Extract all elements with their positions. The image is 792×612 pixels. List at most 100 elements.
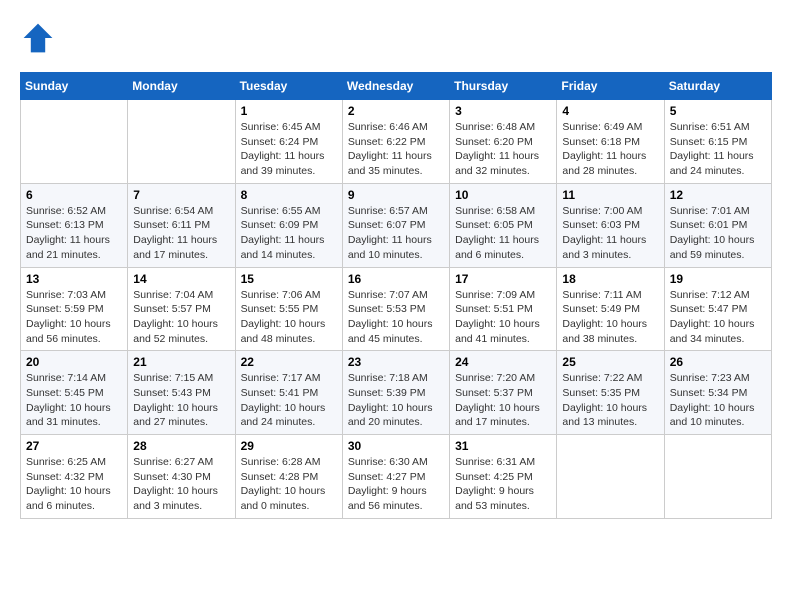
day-number: 12 xyxy=(670,188,766,202)
day-number: 19 xyxy=(670,272,766,286)
day-info: Sunrise: 7:12 AM Sunset: 5:47 PM Dayligh… xyxy=(670,288,766,347)
col-header-saturday: Saturday xyxy=(664,73,771,100)
calendar-week-row: 27 Sunrise: 6:25 AM Sunset: 4:32 PM Dayli… xyxy=(21,435,772,519)
day-info: Sunrise: 7:04 AM Sunset: 5:57 PM Dayligh… xyxy=(133,288,229,347)
day-info: Sunrise: 7:06 AM Sunset: 5:55 PM Dayligh… xyxy=(241,288,337,347)
day-number: 5 xyxy=(670,104,766,118)
calendar-table: SundayMondayTuesdayWednesdayThursdayFrid… xyxy=(20,72,772,519)
calendar-cell: 13 Sunrise: 7:03 AM Sunset: 5:59 PM Dayli… xyxy=(21,267,128,351)
day-number: 28 xyxy=(133,439,229,453)
calendar-cell: 29Sunrise: 6:28 AM Sunset: 4:28 PM Dayli… xyxy=(235,435,342,519)
day-number: 17 xyxy=(455,272,551,286)
calendar-cell: 14 Sunrise: 7:04 AM Sunset: 5:57 PM Dayli… xyxy=(128,267,235,351)
col-header-thursday: Thursday xyxy=(450,73,557,100)
calendar-week-row: 13 Sunrise: 7:03 AM Sunset: 5:59 PM Dayli… xyxy=(21,267,772,351)
day-number: 27 xyxy=(26,439,122,453)
calendar-cell: 7 Sunrise: 6:54 AM Sunset: 6:11 PM Daylig… xyxy=(128,183,235,267)
calendar-cell: 10 Sunrise: 6:58 AM Sunset: 6:05 PM Dayli… xyxy=(450,183,557,267)
calendar-cell: 28 Sunrise: 6:27 AM Sunset: 4:30 PM Dayli… xyxy=(128,435,235,519)
day-number: 20 xyxy=(26,355,122,369)
day-info: Sunrise: 7:22 AM Sunset: 5:35 PM Dayligh… xyxy=(562,371,658,430)
day-info: Sunrise: 6:57 AM Sunset: 6:07 PM Dayligh… xyxy=(348,204,444,263)
calendar-cell: 3 Sunrise: 6:48 AM Sunset: 6:20 PM Daylig… xyxy=(450,100,557,184)
day-info: Sunrise: 6:27 AM Sunset: 4:30 PM Dayligh… xyxy=(133,455,229,514)
day-number: 23 xyxy=(348,355,444,369)
calendar-week-row: 20 Sunrise: 7:14 AM Sunset: 5:45 PM Dayli… xyxy=(21,351,772,435)
calendar-cell: 20 Sunrise: 7:14 AM Sunset: 5:45 PM Dayli… xyxy=(21,351,128,435)
calendar-cell: 30 Sunrise: 6:30 AM Sunset: 4:27 PM Dayli… xyxy=(342,435,449,519)
day-info: Sunrise: 6:25 AM Sunset: 4:32 PM Dayligh… xyxy=(26,455,122,514)
col-header-tuesday: Tuesday xyxy=(235,73,342,100)
calendar-cell: 9 Sunrise: 6:57 AM Sunset: 6:07 PM Daylig… xyxy=(342,183,449,267)
calendar-cell: 6 Sunrise: 6:52 AM Sunset: 6:13 PM Daylig… xyxy=(21,183,128,267)
col-header-monday: Monday xyxy=(128,73,235,100)
day-number: 6 xyxy=(26,188,122,202)
day-number: 14 xyxy=(133,272,229,286)
day-info: Sunrise: 7:03 AM Sunset: 5:59 PM Dayligh… xyxy=(26,288,122,347)
day-number: 8 xyxy=(241,188,337,202)
day-info: Sunrise: 7:07 AM Sunset: 5:53 PM Dayligh… xyxy=(348,288,444,347)
calendar-cell: 2Sunrise: 6:46 AM Sunset: 6:22 PM Daylig… xyxy=(342,100,449,184)
col-header-friday: Friday xyxy=(557,73,664,100)
day-info: Sunrise: 7:23 AM Sunset: 5:34 PM Dayligh… xyxy=(670,371,766,430)
day-info: Sunrise: 6:30 AM Sunset: 4:27 PM Dayligh… xyxy=(348,455,444,514)
day-info: Sunrise: 6:45 AM Sunset: 6:24 PM Dayligh… xyxy=(241,120,337,179)
calendar-cell: 17 Sunrise: 7:09 AM Sunset: 5:51 PM Dayli… xyxy=(450,267,557,351)
day-info: Sunrise: 7:09 AM Sunset: 5:51 PM Dayligh… xyxy=(455,288,551,347)
calendar-cell: 5 Sunrise: 6:51 AM Sunset: 6:15 PM Daylig… xyxy=(664,100,771,184)
col-header-wednesday: Wednesday xyxy=(342,73,449,100)
calendar-cell: 15Sunrise: 7:06 AM Sunset: 5:55 PM Dayli… xyxy=(235,267,342,351)
calendar-cell: 18 Sunrise: 7:11 AM Sunset: 5:49 PM Dayli… xyxy=(557,267,664,351)
day-info: Sunrise: 7:15 AM Sunset: 5:43 PM Dayligh… xyxy=(133,371,229,430)
day-number: 30 xyxy=(348,439,444,453)
calendar-cell: 25 Sunrise: 7:22 AM Sunset: 5:35 PM Dayli… xyxy=(557,351,664,435)
calendar-cell: 1 Sunrise: 6:45 AM Sunset: 6:24 PM Daylig… xyxy=(235,100,342,184)
day-info: Sunrise: 7:00 AM Sunset: 6:03 PM Dayligh… xyxy=(562,204,658,263)
calendar-cell: 27 Sunrise: 6:25 AM Sunset: 4:32 PM Dayli… xyxy=(21,435,128,519)
calendar-cell: 12Sunrise: 7:01 AM Sunset: 6:01 PM Dayli… xyxy=(664,183,771,267)
calendar-cell xyxy=(557,435,664,519)
day-info: Sunrise: 7:17 AM Sunset: 5:41 PM Dayligh… xyxy=(241,371,337,430)
day-number: 3 xyxy=(455,104,551,118)
calendar-cell: 21 Sunrise: 7:15 AM Sunset: 5:43 PM Dayli… xyxy=(128,351,235,435)
day-info: Sunrise: 7:14 AM Sunset: 5:45 PM Dayligh… xyxy=(26,371,122,430)
calendar-cell: 4Sunrise: 6:49 AM Sunset: 6:18 PM Daylig… xyxy=(557,100,664,184)
page-header xyxy=(20,20,772,56)
calendar-header-row: SundayMondayTuesdayWednesdayThursdayFrid… xyxy=(21,73,772,100)
day-info: Sunrise: 6:52 AM Sunset: 6:13 PM Dayligh… xyxy=(26,204,122,263)
calendar-week-row: 6 Sunrise: 6:52 AM Sunset: 6:13 PM Daylig… xyxy=(21,183,772,267)
day-number: 18 xyxy=(562,272,658,286)
day-number: 9 xyxy=(348,188,444,202)
calendar-cell: 19 Sunrise: 7:12 AM Sunset: 5:47 PM Dayli… xyxy=(664,267,771,351)
day-number: 1 xyxy=(241,104,337,118)
day-info: Sunrise: 6:55 AM Sunset: 6:09 PM Dayligh… xyxy=(241,204,337,263)
calendar-cell xyxy=(21,100,128,184)
day-number: 21 xyxy=(133,355,229,369)
day-number: 2 xyxy=(348,104,444,118)
day-number: 13 xyxy=(26,272,122,286)
calendar-week-row: 1 Sunrise: 6:45 AM Sunset: 6:24 PM Daylig… xyxy=(21,100,772,184)
day-number: 7 xyxy=(133,188,229,202)
logo-icon xyxy=(20,20,56,56)
calendar-cell: 22Sunrise: 7:17 AM Sunset: 5:41 PM Dayli… xyxy=(235,351,342,435)
calendar-cell: 24Sunrise: 7:20 AM Sunset: 5:37 PM Dayli… xyxy=(450,351,557,435)
day-number: 24 xyxy=(455,355,551,369)
day-info: Sunrise: 7:11 AM Sunset: 5:49 PM Dayligh… xyxy=(562,288,658,347)
calendar-cell xyxy=(664,435,771,519)
day-info: Sunrise: 6:31 AM Sunset: 4:25 PM Dayligh… xyxy=(455,455,551,514)
day-info: Sunrise: 6:49 AM Sunset: 6:18 PM Dayligh… xyxy=(562,120,658,179)
day-number: 16 xyxy=(348,272,444,286)
calendar-cell xyxy=(128,100,235,184)
day-info: Sunrise: 6:51 AM Sunset: 6:15 PM Dayligh… xyxy=(670,120,766,179)
calendar-cell: 26Sunrise: 7:23 AM Sunset: 5:34 PM Dayli… xyxy=(664,351,771,435)
day-info: Sunrise: 6:54 AM Sunset: 6:11 PM Dayligh… xyxy=(133,204,229,263)
calendar-cell: 8 Sunrise: 6:55 AM Sunset: 6:09 PM Daylig… xyxy=(235,183,342,267)
day-number: 31 xyxy=(455,439,551,453)
day-number: 10 xyxy=(455,188,551,202)
day-info: Sunrise: 6:48 AM Sunset: 6:20 PM Dayligh… xyxy=(455,120,551,179)
day-info: Sunrise: 6:58 AM Sunset: 6:05 PM Dayligh… xyxy=(455,204,551,263)
logo xyxy=(20,20,60,56)
day-number: 25 xyxy=(562,355,658,369)
calendar-cell: 23Sunrise: 7:18 AM Sunset: 5:39 PM Dayli… xyxy=(342,351,449,435)
calendar-cell: 31 Sunrise: 6:31 AM Sunset: 4:25 PM Dayli… xyxy=(450,435,557,519)
